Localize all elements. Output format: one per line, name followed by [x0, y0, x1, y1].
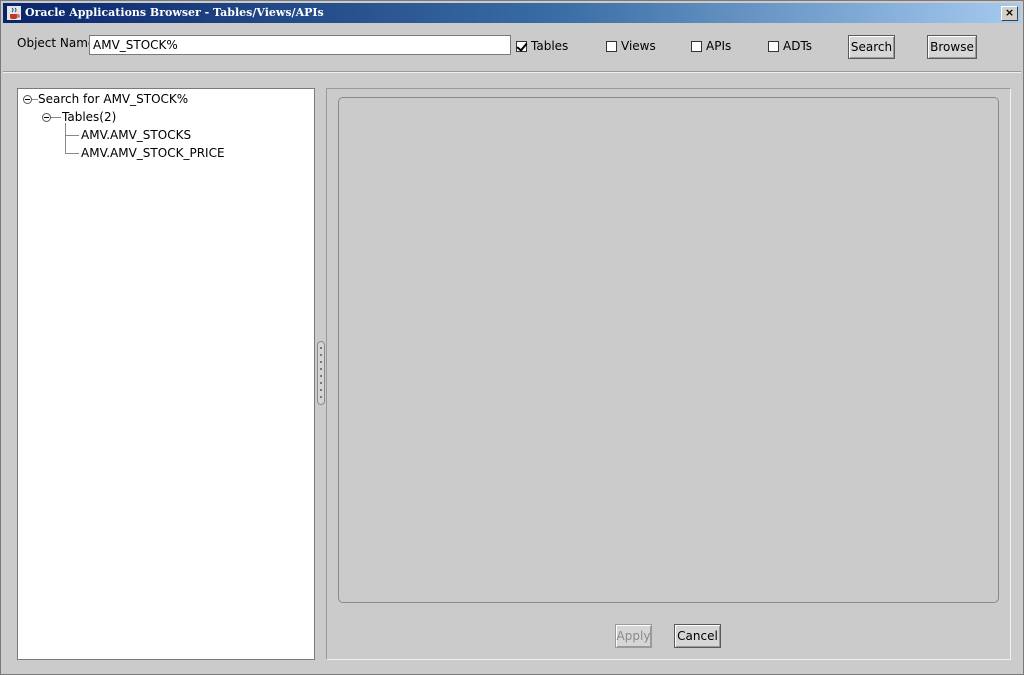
- tables-checkbox-label: Tables: [531, 39, 569, 53]
- views-checkbox-label: Views: [621, 39, 656, 53]
- tree-connector: [65, 153, 79, 154]
- adts-checkbox-box[interactable]: [768, 40, 779, 52]
- close-button[interactable]: ×: [1001, 6, 1018, 21]
- tree-node-root[interactable]: Search for AMV_STOCK%: [38, 92, 188, 106]
- apply-button[interactable]: Apply: [615, 624, 652, 648]
- views-checkbox-box[interactable]: [606, 40, 617, 52]
- tree-node-item[interactable]: AMV.AMV_STOCKS: [81, 128, 191, 142]
- adts-checkbox[interactable]: ADTs: [768, 39, 812, 53]
- tables-checkbox[interactable]: Tables: [516, 39, 568, 53]
- java-cup-icon: [7, 6, 21, 20]
- title-bar[interactable]: Oracle Applications Browser - Tables/Vie…: [3, 3, 1021, 23]
- apis-checkbox-label: APIs: [706, 39, 732, 53]
- adts-checkbox-label: ADTs: [783, 39, 813, 53]
- splitter-grip-icon[interactable]: [317, 341, 325, 405]
- object-name-label: Object Name: [17, 36, 96, 50]
- apis-checkbox[interactable]: APIs: [691, 39, 731, 53]
- tree-connector: [51, 117, 61, 118]
- separator: [3, 71, 1021, 73]
- views-checkbox[interactable]: Views: [606, 39, 656, 53]
- search-button[interactable]: Search: [848, 35, 895, 59]
- browse-button[interactable]: Browse: [927, 35, 977, 59]
- details-content-area: [338, 97, 999, 603]
- collapse-icon[interactable]: [42, 113, 51, 122]
- tree-connector: [65, 135, 79, 136]
- tables-checkbox-box[interactable]: [516, 40, 527, 52]
- tree-node-item[interactable]: AMV.AMV_STOCK_PRICE: [81, 146, 225, 160]
- window-title: Oracle Applications Browser - Tables/Vie…: [25, 6, 324, 19]
- tree-connector: [65, 123, 66, 153]
- apis-checkbox-box[interactable]: [691, 40, 702, 52]
- object-name-input[interactable]: [89, 35, 511, 55]
- tree-node-tables[interactable]: Tables(2): [62, 110, 116, 124]
- cancel-button[interactable]: Cancel: [674, 624, 721, 648]
- object-tree[interactable]: Search for AMV_STOCK% Tables(2) AMV.AMV_…: [17, 88, 315, 660]
- collapse-icon[interactable]: [23, 95, 32, 104]
- app-window: Oracle Applications Browser - Tables/Vie…: [0, 0, 1024, 675]
